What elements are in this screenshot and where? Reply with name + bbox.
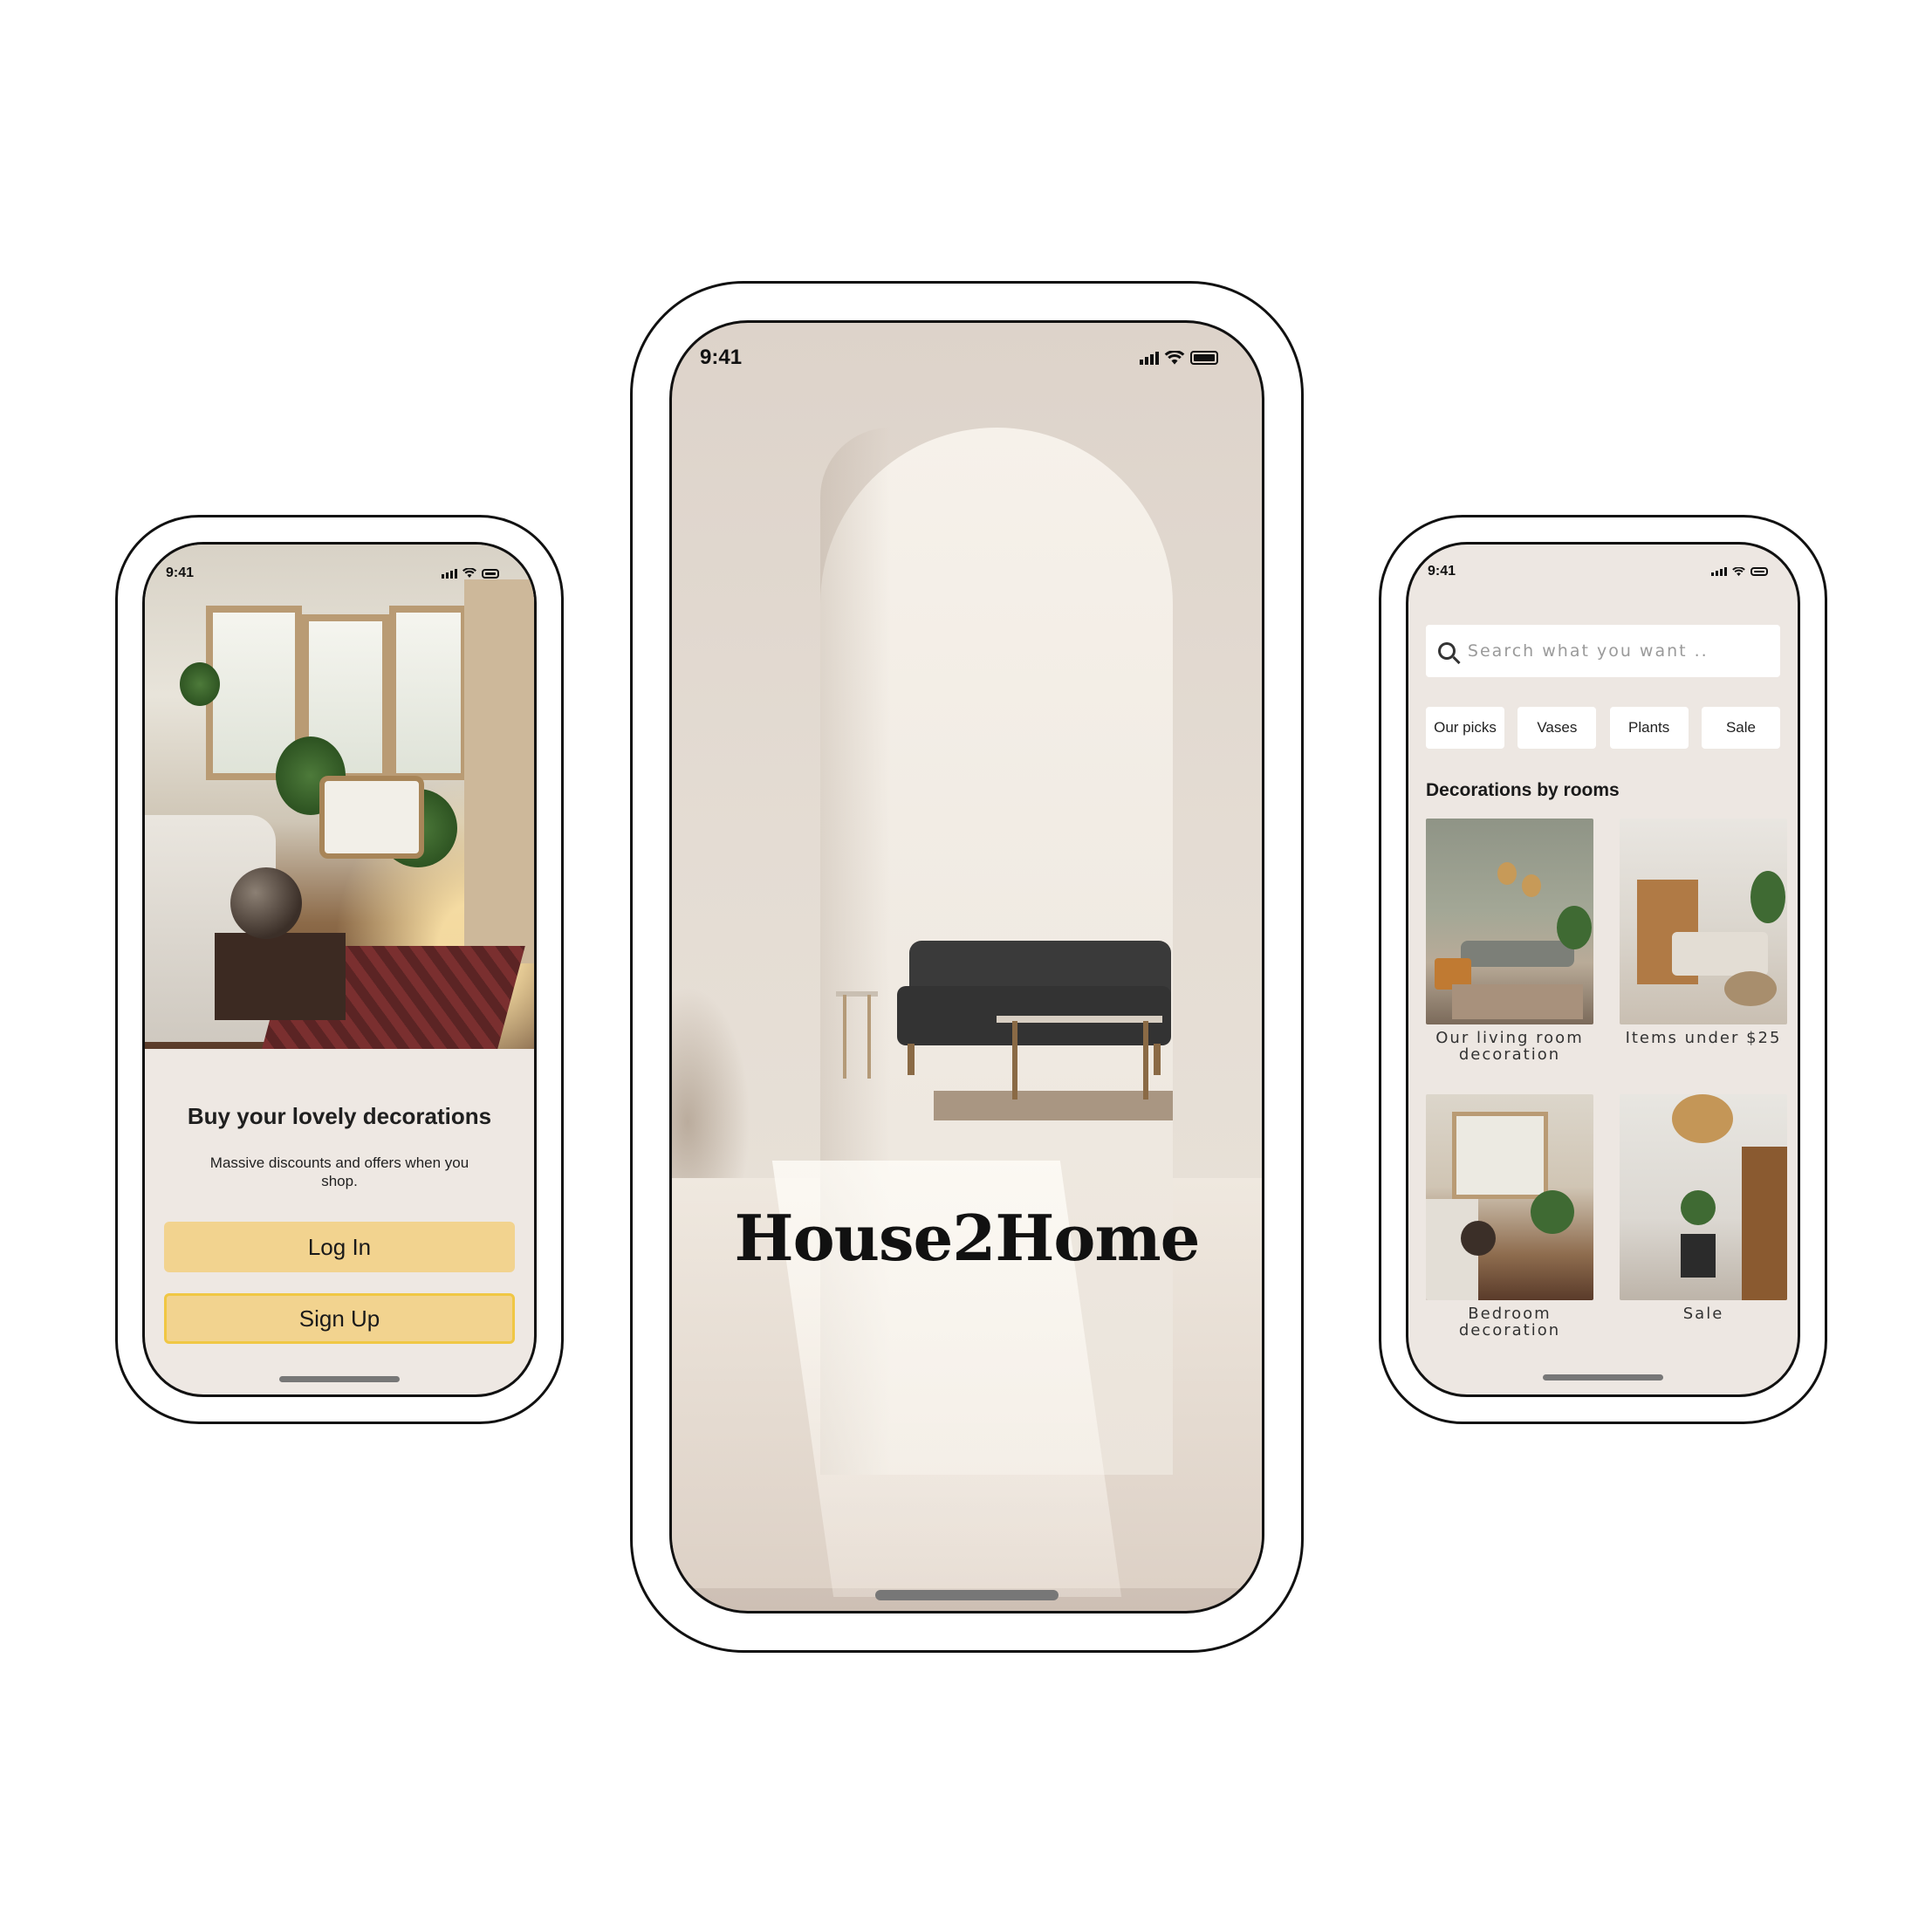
status-bar: 9:41 [672,346,1262,370]
status-time: 9:41 [1428,564,1456,579]
wifi-icon [462,568,476,578]
chip-sale[interactable]: Sale [1701,707,1780,749]
battery-icon [1190,351,1218,365]
status-bar: 9:41 [1408,564,1798,579]
category-chips: Our picks Vases Plants Sale [1426,707,1780,749]
room-card-living-room[interactable]: Our living room decoration [1426,819,1593,1063]
room-card-bedroom[interactable]: Bedroom decoration [1426,1094,1593,1339]
sale-image[interactable] [1620,1094,1787,1300]
home-indicator[interactable] [875,1590,1058,1600]
living-room-image[interactable] [1426,819,1593,1024]
status-time: 9:41 [166,565,195,580]
phone-frame-splash: 9:41 House2Home [630,281,1304,1653]
search-bar[interactable] [1426,625,1780,677]
signal-icon [1711,567,1727,576]
card-caption: Items under $25 [1625,1029,1782,1047]
card-caption: Bedroom decoration [1458,1305,1561,1339]
login-title: Buy your lovely decorations [187,1103,492,1129]
login-button[interactable]: Log In [164,1222,515,1272]
status-time: 9:41 [700,346,743,369]
search-icon[interactable] [1438,642,1456,660]
login-subtitle: Massive discounts and offers when you sh… [209,1154,469,1189]
home-indicator[interactable] [1543,1374,1663,1380]
chip-our-picks[interactable]: Our picks [1426,707,1504,749]
search-input[interactable] [1467,641,1780,661]
phone-frame-home: 9:41 Our picks Vases Plants Sale Decorat… [1379,515,1827,1424]
home-screen: 9:41 Our picks Vases Plants Sale Decorat… [1406,542,1800,1397]
bedroom-image[interactable] [1426,1094,1593,1300]
chip-vases[interactable]: Vases [1518,707,1597,749]
home-indicator[interactable] [279,1376,400,1382]
brand-logo-text: House2Home [734,1201,1201,1275]
signup-button[interactable]: Sign Up [164,1293,515,1344]
splash-screen: 9:41 House2Home [669,320,1264,1613]
wifi-icon [1732,566,1745,576]
signal-icon [1140,351,1159,365]
card-caption: Our living room decoration [1435,1029,1584,1064]
wifi-icon [1164,350,1185,365]
items-under-25-image[interactable] [1620,819,1787,1024]
room-card-sale[interactable]: Sale [1620,1094,1787,1322]
hero-living-room-image [145,545,534,1049]
signal-icon [442,568,457,579]
status-bar: 9:41 [145,565,534,581]
battery-icon [482,568,499,579]
card-caption: Sale [1682,1305,1724,1323]
battery-icon [1750,567,1768,576]
section-title: Decorations by rooms [1426,780,1620,800]
login-screen: 9:41 Buy your lovely decorations Massive… [142,542,537,1397]
room-card-items-under-25[interactable]: Items under $25 [1620,819,1787,1046]
chip-plants[interactable]: Plants [1609,707,1689,749]
phone-frame-login: 9:41 Buy your lovely decorations Massive… [115,515,564,1424]
